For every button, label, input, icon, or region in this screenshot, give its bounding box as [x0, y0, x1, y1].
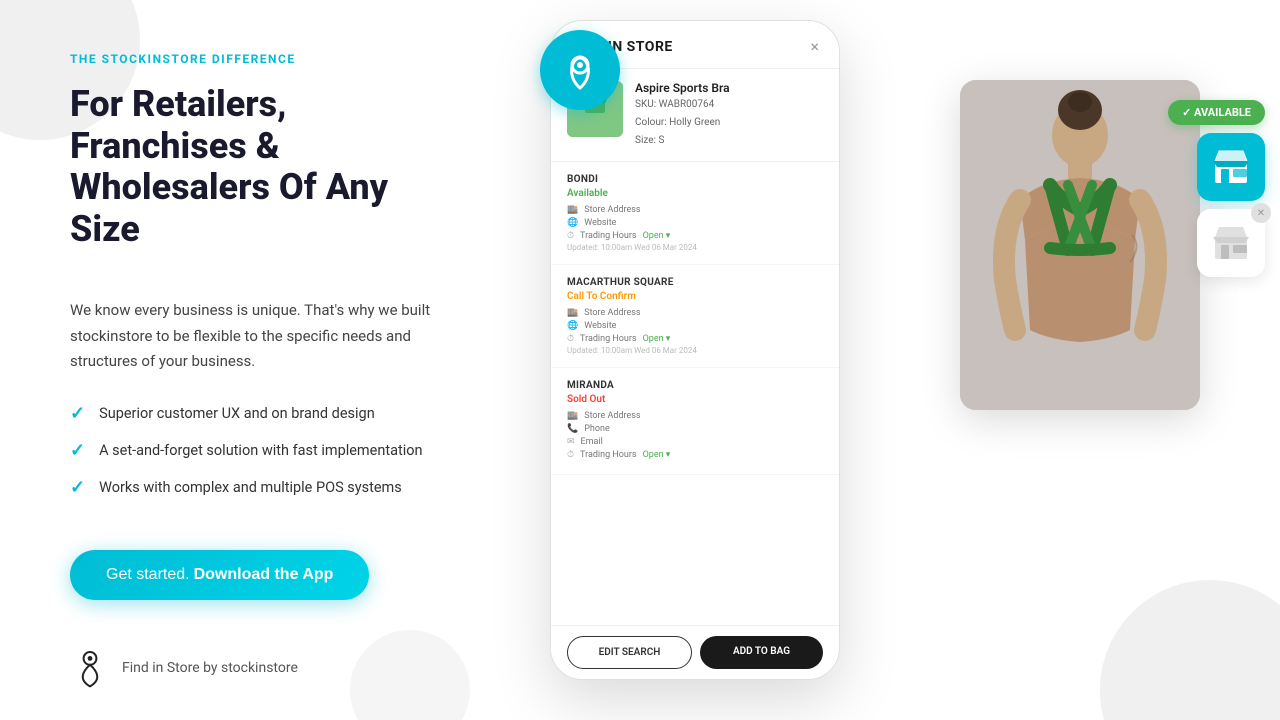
- footer-brand: Find in Store by stockinstore: [70, 648, 460, 688]
- store-website-macarthur[interactable]: 🌐 Website: [567, 321, 823, 331]
- building-icon-2: 🏬: [567, 308, 578, 318]
- store-phone-label: Phone: [584, 424, 610, 434]
- updated-bondi: Updated: 10:00am Wed 06 Mar 2024: [567, 243, 823, 252]
- store-item-macarthur: MACARTHUR SQUARE Call To Confirm 🏬 Store…: [551, 265, 839, 368]
- tagline: THE STOCKINSTORE DIFFERENCE: [70, 52, 460, 66]
- store-item-bondi: BONDI Available 🏬 Store Address 🌐 Websit…: [551, 162, 839, 265]
- check-icon-3: ✓: [70, 477, 85, 498]
- brand-logo-icon: [70, 648, 110, 688]
- store-hours-bondi: ⏱ Trading Hours Open ▾: [567, 231, 823, 241]
- cta-main: Download the App: [194, 566, 334, 584]
- globe-icon-2: 🌐: [567, 321, 578, 331]
- checklist-item-3: ✓ Works with complex and multiple POS sy…: [70, 477, 460, 498]
- store-icon-svg: [1211, 147, 1251, 187]
- phone-footer: EDIT SEARCH ADD TO BAG: [551, 625, 839, 679]
- checklist-item-2: ✓ A set-and-forget solution with fast im…: [70, 440, 460, 461]
- updated-macarthur: Updated: 10:00am Wed 06 Mar 2024: [567, 346, 823, 355]
- checklist: ✓ Superior customer UX and on brand desi…: [70, 403, 460, 514]
- left-panel: THE STOCKINSTORE DIFFERENCE For Retailer…: [0, 0, 520, 720]
- product-image-svg: [960, 80, 1200, 410]
- store-name-bondi: BONDI: [567, 174, 823, 185]
- hours-status-bondi: Open ▾: [643, 231, 671, 241]
- product-colour: Colour: Holly Green: [635, 115, 823, 131]
- product-sku: SKU: WABR00764: [635, 97, 823, 113]
- cta-prefix: Get started.: [106, 566, 190, 584]
- edit-search-button[interactable]: EDIT SEARCH: [567, 636, 692, 669]
- location-pin-icon: [558, 48, 602, 92]
- store-website-label-2: Website: [584, 321, 616, 331]
- store-address-miranda: 🏬 Store Address: [567, 411, 823, 421]
- check-icon-2: ✓: [70, 440, 85, 461]
- trading-hours-label-3: Trading Hours: [580, 450, 637, 460]
- clock-icon-2: ⏱: [567, 334, 574, 344]
- store-address-label-2: Store Address: [584, 308, 640, 318]
- trading-hours-label: Trading Hours: [580, 231, 637, 241]
- store-icon-gray-svg: [1211, 223, 1251, 263]
- trading-hours-label-2: Trading Hours: [580, 334, 637, 344]
- store-address-label: Store Address: [584, 205, 640, 215]
- globe-icon: 🌐: [567, 218, 578, 228]
- store-website-label: Website: [584, 218, 616, 228]
- x-badge: ✕: [1251, 203, 1271, 223]
- checklist-item-1: ✓ Superior customer UX and on brand desi…: [70, 403, 460, 424]
- email-icon: ✉: [567, 437, 575, 447]
- store-phone-miranda[interactable]: 📞 Phone: [567, 424, 823, 434]
- close-button[interactable]: ×: [810, 37, 819, 56]
- store-status-miranda: Sold Out: [567, 394, 823, 405]
- store-icon-active: [1197, 133, 1265, 201]
- store-badges: ✓ AVAILABLE ✕: [1168, 100, 1265, 277]
- main-heading: For Retailers, Franchises & Wholesalers …: [70, 84, 460, 250]
- store-hours-miranda: ⏱ Trading Hours Open ▾: [567, 450, 823, 460]
- available-badge: ✓ AVAILABLE: [1168, 100, 1265, 125]
- description: We know every business is unique. That's…: [70, 298, 460, 375]
- cta-button[interactable]: Get started. Download the App: [70, 550, 369, 600]
- brand-text: Find in Store by stockinstore: [122, 660, 298, 676]
- checklist-text-2: A set-and-forget solution with fast impl…: [99, 442, 422, 459]
- checklist-text-3: Works with complex and multiple POS syst…: [99, 479, 402, 496]
- building-icon: 🏬: [567, 205, 578, 215]
- clock-icon: ⏱: [567, 231, 574, 241]
- store-website-bondi[interactable]: 🌐 Website: [567, 218, 823, 228]
- right-panel: FIND IN STORE ×: [520, 0, 1280, 720]
- add-to-bag-button[interactable]: ADD TO BAG: [700, 636, 823, 669]
- store-list: BONDI Available 🏬 Store Address 🌐 Websit…: [551, 162, 839, 620]
- phone-icon: 📞: [567, 424, 578, 434]
- hours-status-macarthur: Open ▾: [643, 334, 671, 344]
- store-address-macarthur: 🏬 Store Address: [567, 308, 823, 318]
- sports-bra-visual: [960, 80, 1200, 410]
- check-icon-1: ✓: [70, 403, 85, 424]
- store-name-macarthur: MACARTHUR SQUARE: [567, 277, 823, 288]
- store-hours-macarthur: ⏱ Trading Hours Open ▾: [567, 334, 823, 344]
- store-status-macarthur: Call To Confirm: [567, 291, 823, 302]
- checklist-text-1: Superior customer UX and on brand design: [99, 405, 375, 422]
- store-email-miranda[interactable]: ✉ Email: [567, 437, 823, 447]
- store-name-miranda: MIRANDA: [567, 380, 823, 391]
- store-address-bondi: 🏬 Store Address: [567, 205, 823, 215]
- product-details: Aspire Sports Bra SKU: WABR00764 Colour:…: [635, 81, 823, 149]
- store-address-label-3: Store Address: [584, 411, 640, 421]
- store-email-label: Email: [581, 437, 603, 447]
- location-pin-circle: [540, 30, 620, 110]
- phone-mockup: FIND IN STORE ×: [550, 20, 840, 680]
- store-status-bondi: Available: [567, 188, 823, 199]
- clock-icon-3: ⏱: [567, 450, 574, 460]
- store-icon-inactive: ✕: [1197, 209, 1265, 277]
- page-wrapper: THE STOCKINSTORE DIFFERENCE For Retailer…: [0, 0, 1280, 720]
- building-icon-3: 🏬: [567, 411, 578, 421]
- product-image-overlay: [960, 80, 1200, 410]
- product-size: Size: S: [635, 133, 823, 149]
- product-name: Aspire Sports Bra: [635, 81, 823, 95]
- hours-status-miranda: Open ▾: [643, 450, 671, 460]
- phone-content: FIND IN STORE ×: [551, 21, 839, 679]
- store-item-miranda: MIRANDA Sold Out 🏬 Store Address 📞 Phone…: [551, 368, 839, 475]
